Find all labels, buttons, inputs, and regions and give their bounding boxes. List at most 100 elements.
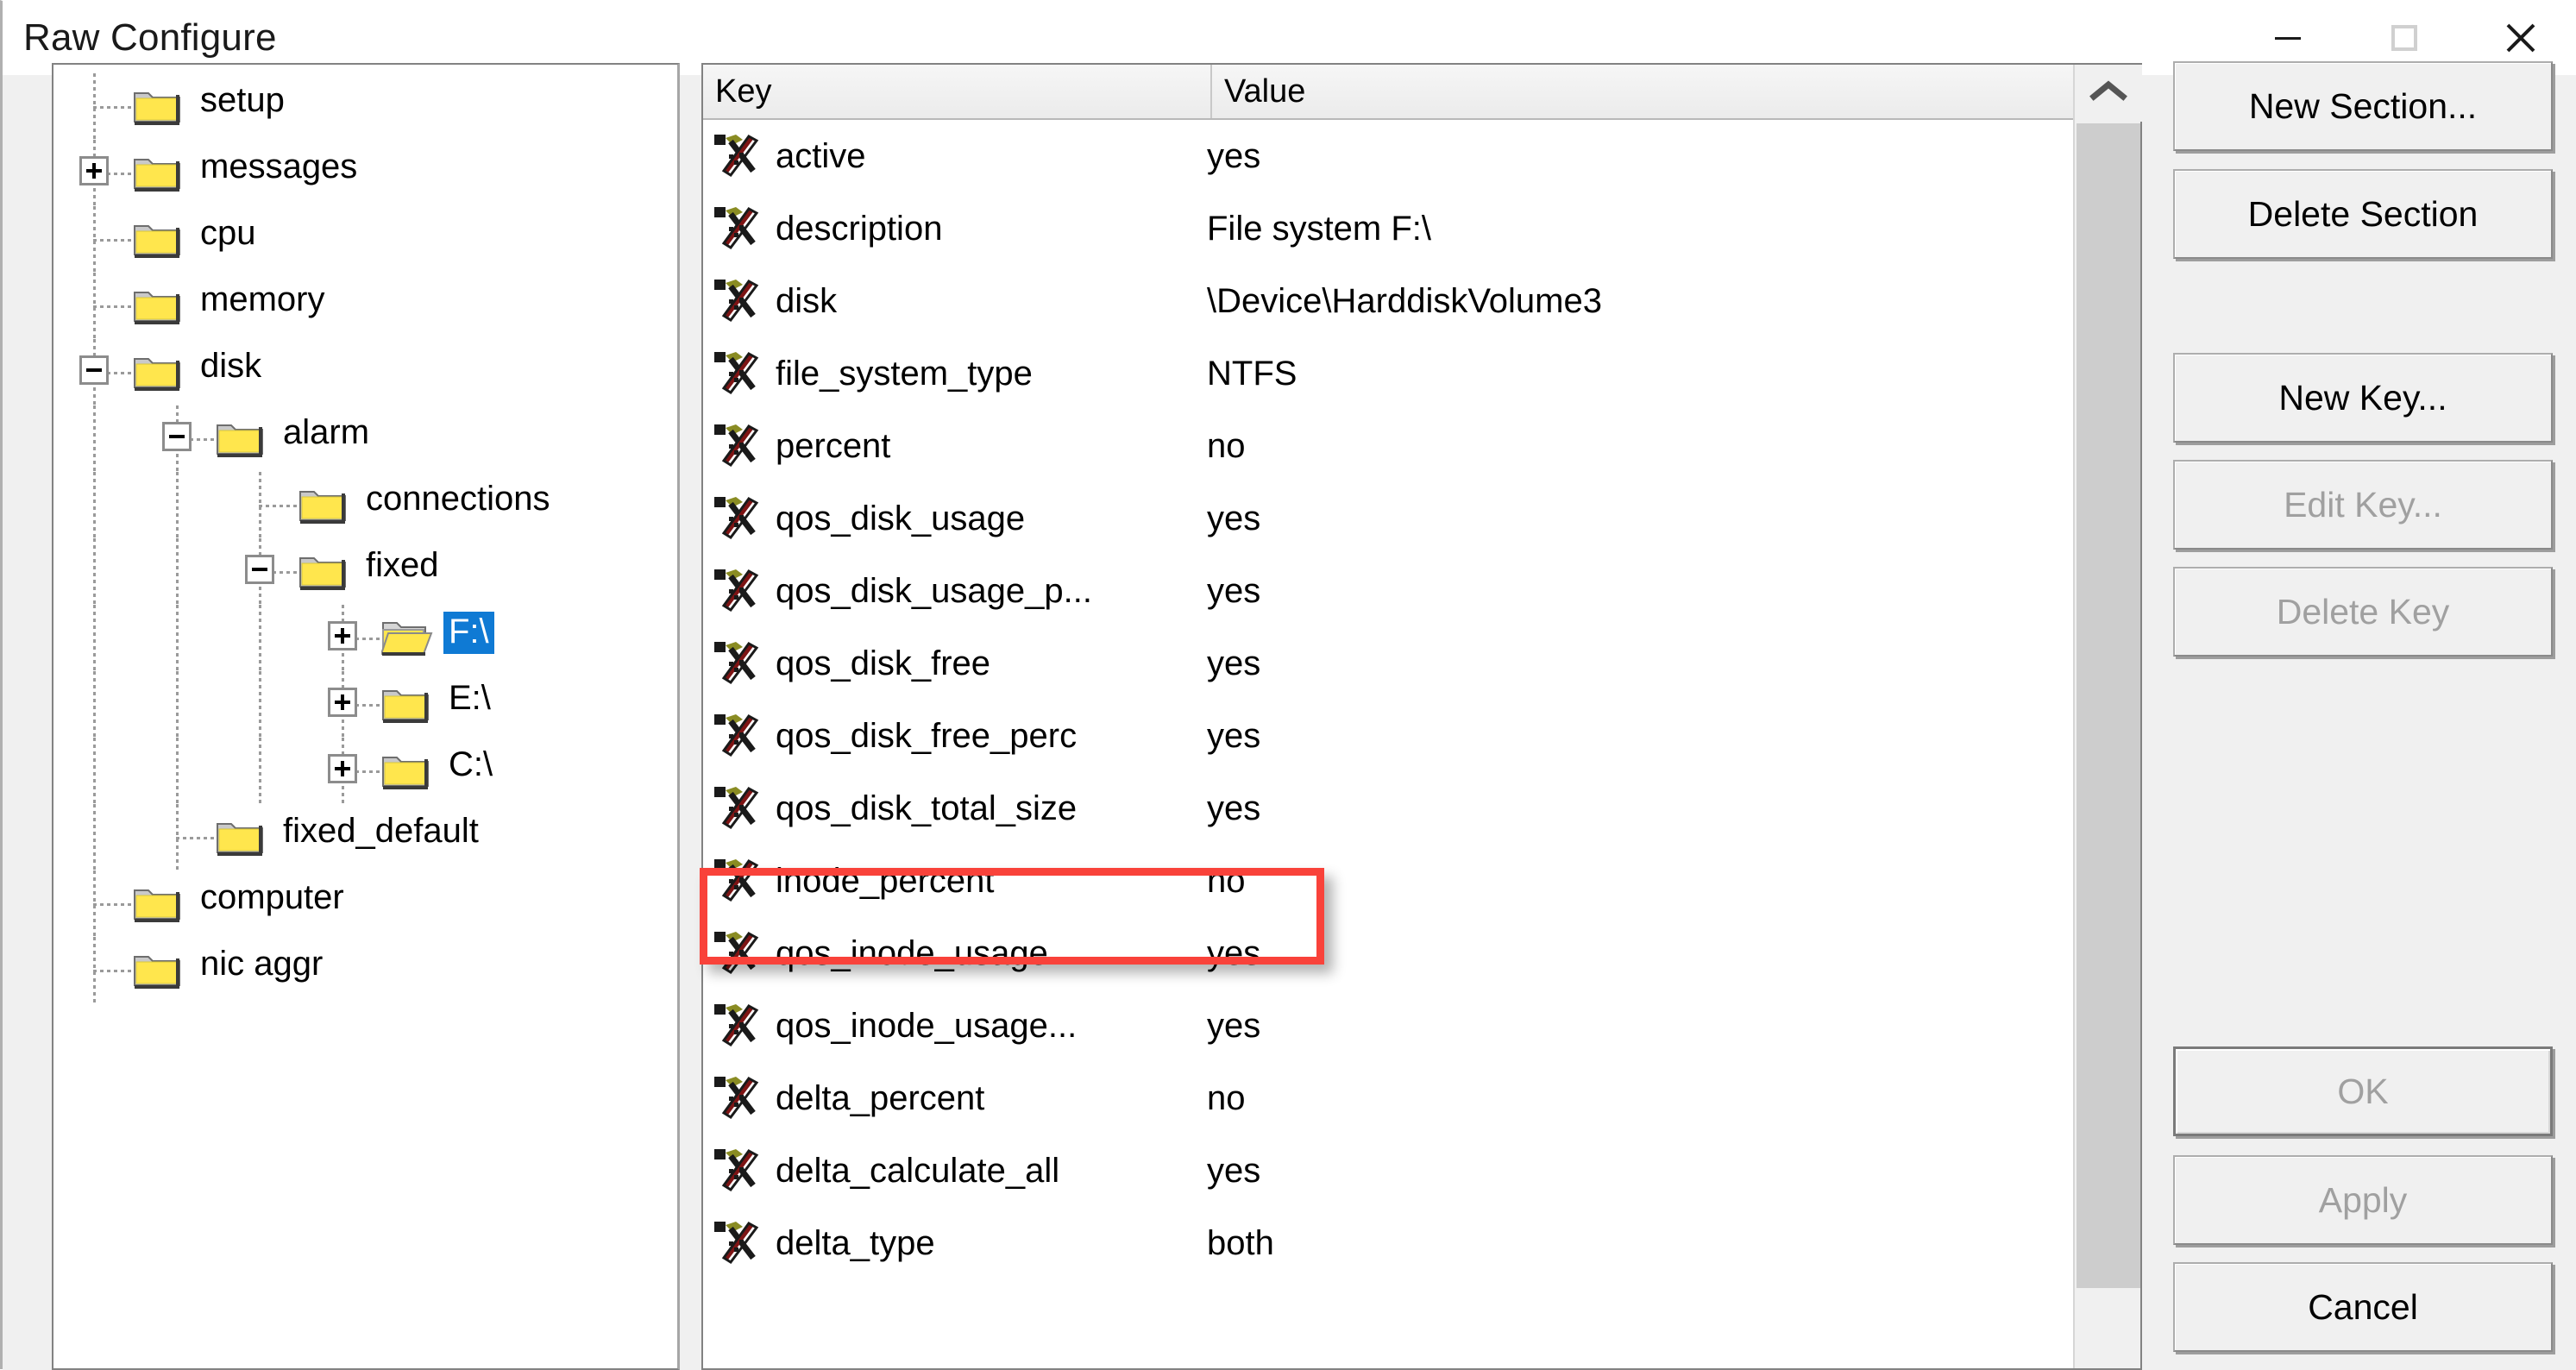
table-row[interactable]: active yes (703, 120, 2083, 192)
maximize-icon (2384, 18, 2424, 58)
tree-connector-line (93, 105, 135, 109)
tree-item-label: fixed_default (283, 812, 479, 850)
tree-item-c[interactable]: C:\ (53, 738, 677, 804)
row-key-label: description (776, 209, 943, 248)
tree-item-memory[interactable]: memory (53, 273, 677, 339)
row-key-label: inode_percent (776, 861, 995, 900)
row-key-label: disk (776, 281, 838, 320)
key-tool-icon (713, 858, 765, 904)
table-row[interactable]: delta_percent no (703, 1062, 2083, 1134)
table-row[interactable]: qos_disk_free_perc yes (703, 700, 2083, 772)
tree-item-messages[interactable]: messages (53, 140, 677, 206)
table-row[interactable]: file_system_type NTFS (703, 337, 2083, 410)
tree-item-cpu[interactable]: cpu (53, 206, 677, 273)
tree-item-disk[interactable]: disk (53, 339, 677, 405)
section-tree[interactable]: setup messages cpu memory disk alarm connectio… (52, 63, 680, 1370)
row-value-label: yes (1207, 1006, 1261, 1045)
key-tool-icon (713, 205, 765, 252)
tree-item-label: C:\ (449, 745, 493, 783)
tree-item-e[interactable]: E:\ (53, 671, 677, 738)
folder-closed-icon (133, 352, 181, 392)
table-row[interactable]: qos_inode_usage... yes (703, 990, 2083, 1062)
table-row[interactable]: inode_percent no (703, 845, 2083, 917)
tree-item-connections[interactable]: connections (53, 472, 677, 538)
row-key-label: file_system_type (776, 354, 1033, 393)
tree-item-label: cpu (200, 214, 256, 252)
folder-closed-icon (381, 751, 430, 790)
row-value-label: no (1207, 1078, 1246, 1117)
row-key-label: qos_disk_total_size (776, 789, 1078, 827)
close-icon (2498, 16, 2543, 60)
expand-icon[interactable] (328, 753, 357, 783)
row-value-label: File system F:\ (1207, 209, 1432, 248)
expand-icon[interactable] (79, 155, 109, 185)
tree-item-alarm[interactable]: alarm (53, 405, 677, 472)
key-tool-icon (713, 1075, 765, 1122)
column-header-key[interactable]: Key (703, 65, 1212, 118)
tree-item-setup[interactable]: setup (53, 73, 677, 140)
key-tool-icon (713, 495, 765, 542)
table-row[interactable]: qos_disk_usage yes (703, 482, 2083, 555)
tree-guide-line (93, 538, 96, 605)
table-row[interactable]: percent no (703, 410, 2083, 482)
tree-guide-line (259, 738, 261, 804)
expand-icon[interactable] (328, 620, 357, 650)
new-key-button[interactable]: New Key... (2173, 353, 2553, 443)
button-panel: New Section... Delete Section New Key... Ed… (2173, 61, 2553, 1370)
scroll-thumb[interactable] (2077, 123, 2140, 1288)
list-body: active yes description File system F:\ disk \… (703, 120, 2083, 1368)
folder-closed-icon (133, 86, 181, 126)
table-row[interactable]: delta_type both (703, 1207, 2083, 1279)
collapse-icon[interactable] (245, 554, 274, 584)
row-key-label: percent (776, 426, 891, 465)
tree-guide-line (93, 738, 96, 804)
tree-item-fixed_default[interactable]: fixed_default (53, 804, 677, 870)
tree-guide-line (176, 472, 179, 538)
row-value-label: yes (1207, 571, 1261, 610)
collapse-icon[interactable] (79, 355, 109, 385)
row-value-label: NTFS (1207, 354, 1297, 393)
folder-closed-icon (133, 219, 181, 259)
tree-item-label: connections (366, 480, 550, 518)
delete-section-button[interactable]: Delete Section (2173, 169, 2553, 259)
raw-configure-window: Raw Configure setup messages cpu memory disk (0, 0, 2576, 1370)
tree-guide-line (176, 538, 179, 605)
tree-connector-line (93, 969, 135, 972)
list-vertical-scrollbar[interactable] (2073, 65, 2142, 1368)
tree-guide-line (93, 472, 96, 538)
key-value-list[interactable]: Key Value active yes description File syste… (701, 63, 2142, 1370)
column-header-value[interactable]: Value (1212, 65, 2075, 118)
collapse-icon[interactable] (162, 421, 192, 451)
cancel-button[interactable]: Cancel (2173, 1262, 2553, 1352)
tree-item-label: E:\ (449, 679, 491, 717)
row-key-label: delta_type (776, 1223, 935, 1262)
tree-guide-line (176, 738, 179, 804)
tree-item-computer[interactable]: computer (53, 870, 677, 937)
expand-icon[interactable] (328, 687, 357, 717)
table-row[interactable]: qos_disk_total_size yes (703, 772, 2083, 845)
table-row[interactable]: description File system F:\ (703, 192, 2083, 265)
row-key-label: qos_disk_free_perc (776, 716, 1078, 755)
key-tool-icon (713, 713, 765, 759)
tree-item-nicaggr[interactable]: nic aggr (53, 937, 677, 1003)
table-row[interactable]: delta_calculate_all yes (703, 1134, 2083, 1207)
row-value-label: both (1207, 1223, 1274, 1262)
tree-guide-line (259, 605, 261, 671)
scroll-up-button[interactable] (2075, 65, 2142, 122)
row-key-label: qos_disk_usage (776, 499, 1026, 537)
new-section-button[interactable]: New Section... (2173, 61, 2553, 151)
tree-guide-line (93, 671, 96, 738)
table-row[interactable]: qos_disk_free yes (703, 627, 2083, 700)
table-row[interactable]: qos_inode_usage yes (703, 917, 2083, 990)
key-tool-icon (713, 133, 765, 179)
tree-guide-line (93, 405, 96, 472)
folder-closed-icon (133, 950, 181, 990)
table-row[interactable]: qos_disk_usage_p... yes (703, 555, 2083, 627)
tree-item-label: nic aggr (200, 945, 324, 983)
tree-item-fixed[interactable]: fixed (53, 538, 677, 605)
row-value-label: yes (1207, 933, 1261, 972)
tree-guide-line (176, 671, 179, 738)
table-row[interactable]: disk \Device\HarddiskVolume3 (703, 265, 2083, 337)
tree-item-f[interactable]: F:\ (53, 605, 677, 671)
minimize-icon (2268, 18, 2308, 58)
